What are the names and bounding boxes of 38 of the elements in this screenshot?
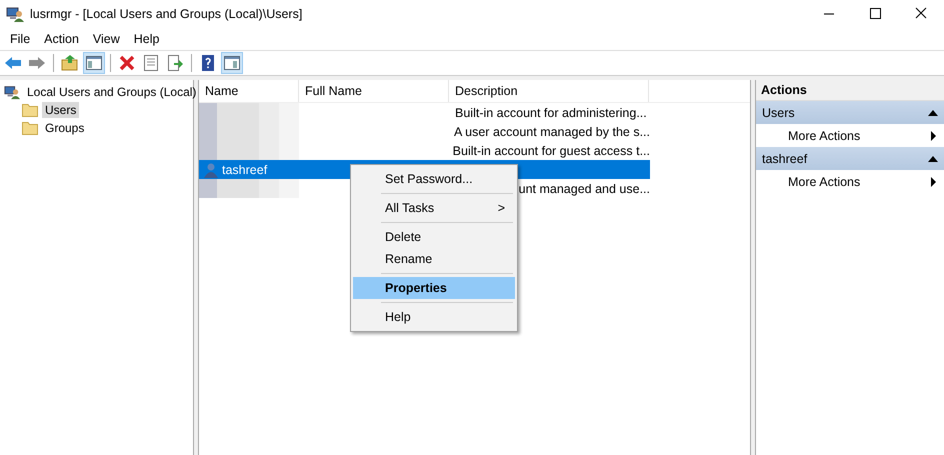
submenu-arrow-icon[interactable] <box>931 130 936 140</box>
menu-item[interactable]: Help <box>353 306 515 328</box>
tree-item[interactable]: Local Users and Groups (Local) <box>24 84 200 100</box>
section-header[interactable]: tashreef <box>756 147 944 170</box>
actions-title: Actions <box>756 80 944 101</box>
tree-item[interactable]: Users <box>42 102 80 118</box>
tree-item[interactable]: Groups <box>42 120 88 136</box>
action-pane-icon[interactable] <box>221 52 243 74</box>
user-name[interactable]: tashreef <box>222 162 268 176</box>
menu-item[interactable]: All Tasks > <box>353 197 515 219</box>
folder-icon <box>22 103 38 117</box>
description-cell-text: Built-in account for guest access t... <box>452 142 650 160</box>
column-header[interactable]: Description <box>449 80 649 102</box>
menu-item[interactable]: Rename <box>353 248 515 270</box>
description-cell-text: Built-in account for administering... <box>454 104 648 122</box>
menu-item[interactable]: View <box>86 32 127 46</box>
user-icon <box>203 162 219 178</box>
window-title: lusrmgr - [Local Users and Groups (Local)\Users] <box>30 7 304 21</box>
submenu-arrow-icon[interactable] <box>931 176 936 186</box>
menu-item[interactable]: Properties <box>353 277 515 299</box>
tree-pane-icon[interactable] <box>83 52 105 74</box>
computer-users-icon <box>4 84 20 100</box>
description-cell-text: unt managed and use... <box>518 180 650 198</box>
action-link[interactable]: More Actions <box>788 174 860 188</box>
menu-item[interactable]: Set Password... <box>353 168 515 190</box>
menu-item[interactable]: File <box>3 32 38 46</box>
menu-item[interactable]: Help <box>126 32 166 46</box>
collapse-icon[interactable] <box>928 156 938 162</box>
collapse-icon[interactable] <box>928 110 938 116</box>
computer-users-icon <box>6 6 24 22</box>
menu-item[interactable]: Delete <box>353 226 515 248</box>
column-header[interactable]: Name <box>199 80 299 102</box>
column-header[interactable]: Full Name <box>299 80 449 102</box>
description-cell-text: A user account managed by the s... <box>453 124 650 141</box>
action-link[interactable]: More Actions <box>788 128 860 142</box>
section-header[interactable]: Users <box>756 101 944 124</box>
folder-icon <box>22 121 38 135</box>
menu-item[interactable]: Action <box>37 32 86 46</box>
